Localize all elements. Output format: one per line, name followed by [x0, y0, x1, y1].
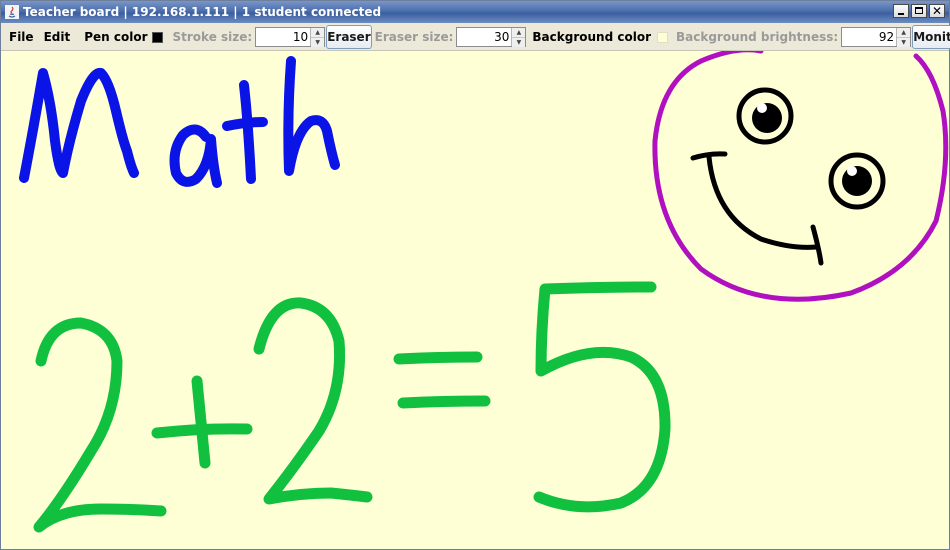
close-icon: ✕	[931, 4, 943, 18]
menu-edit[interactable]: Edit	[44, 30, 71, 44]
smiley-face-outline	[652, 51, 949, 302]
close-button[interactable]: ✕	[929, 4, 945, 18]
letter-h-stroke	[283, 56, 340, 176]
eraser-size-label: Eraser size:	[374, 29, 454, 44]
background-brightness-arrows[interactable]: ▲ ▼	[896, 27, 911, 47]
eraser-size-down-icon[interactable]: ▼	[512, 36, 526, 47]
drawing-canvas[interactable]	[1, 51, 949, 549]
digit-two-1	[33, 317, 167, 533]
stroke-size-input[interactable]	[256, 27, 311, 46]
maximize-button[interactable]	[911, 4, 927, 18]
equals-top	[393, 351, 483, 365]
window-title: Teacher board | 192.168.1.111 | 1 studen…	[23, 5, 382, 19]
background-color-label: Background color	[532, 29, 651, 44]
left-pupil-highlight	[757, 103, 767, 113]
math-handwriting	[19, 56, 340, 188]
canvas-drawing-layer[interactable]	[1, 51, 949, 549]
right-pupil-highlight	[847, 166, 857, 176]
eraser-size-up-icon[interactable]: ▲	[512, 27, 526, 37]
stroke-size-spinner[interactable]: ▲ ▼	[255, 26, 326, 47]
window-controls: ✕	[893, 4, 945, 18]
eraser-size-input[interactable]	[457, 27, 512, 46]
brightness-down-icon[interactable]: ▼	[897, 36, 911, 47]
app-window: Teacher board | 192.168.1.111 | 1 studen…	[0, 0, 950, 550]
background-brightness-label: Background brightness:	[675, 29, 839, 44]
monitor-button[interactable]: Monitor	[912, 24, 950, 49]
minimize-button[interactable]	[893, 4, 909, 18]
letter-m-stroke	[19, 67, 139, 183]
maximize-icon	[915, 7, 923, 14]
letter-a-stroke	[169, 124, 222, 188]
pen-color-control[interactable]: Pen color	[84, 29, 163, 44]
background-color-swatch[interactable]	[656, 31, 668, 43]
right-pupil	[842, 166, 872, 196]
pen-color-label: Pen color	[84, 29, 148, 44]
digit-two-2	[253, 297, 373, 505]
letter-t-stem	[239, 80, 256, 184]
title-bar[interactable]: Teacher board | 192.168.1.111 | 1 studen…	[1, 1, 949, 23]
background-brightness-spinner[interactable]: ▲ ▼	[841, 26, 912, 47]
eraser-size-arrows[interactable]: ▲ ▼	[511, 27, 526, 47]
minimize-icon	[898, 13, 904, 15]
stroke-size-arrows[interactable]: ▲ ▼	[310, 27, 325, 47]
stroke-size-up-icon[interactable]: ▲	[311, 27, 325, 37]
brightness-up-icon[interactable]: ▲	[897, 27, 911, 37]
stroke-size-down-icon[interactable]: ▼	[311, 36, 325, 47]
plus-horizontal	[151, 423, 253, 439]
stroke-size-label: Stroke size:	[172, 29, 253, 44]
face-circle	[652, 51, 949, 302]
background-color-control[interactable]: Background color	[532, 30, 668, 44]
smile-mouth	[690, 151, 824, 266]
java-app-icon	[5, 5, 19, 19]
equation-handwriting	[33, 281, 671, 533]
toolbar: File Edit Pen color Stroke size: ▲ ▼ Era…	[1, 23, 950, 51]
letter-t-bar	[222, 117, 268, 131]
digit-five	[533, 281, 671, 513]
equals-bottom	[397, 395, 491, 409]
plus-vertical	[191, 375, 211, 469]
eye-pupils	[752, 103, 872, 196]
menu-file[interactable]: File	[9, 30, 34, 44]
eraser-button[interactable]: Eraser	[326, 24, 372, 49]
pen-color-swatch[interactable]	[151, 31, 163, 43]
eraser-size-spinner[interactable]: ▲ ▼	[456, 26, 527, 47]
background-brightness-input[interactable]	[842, 27, 897, 46]
left-pupil	[752, 103, 782, 133]
